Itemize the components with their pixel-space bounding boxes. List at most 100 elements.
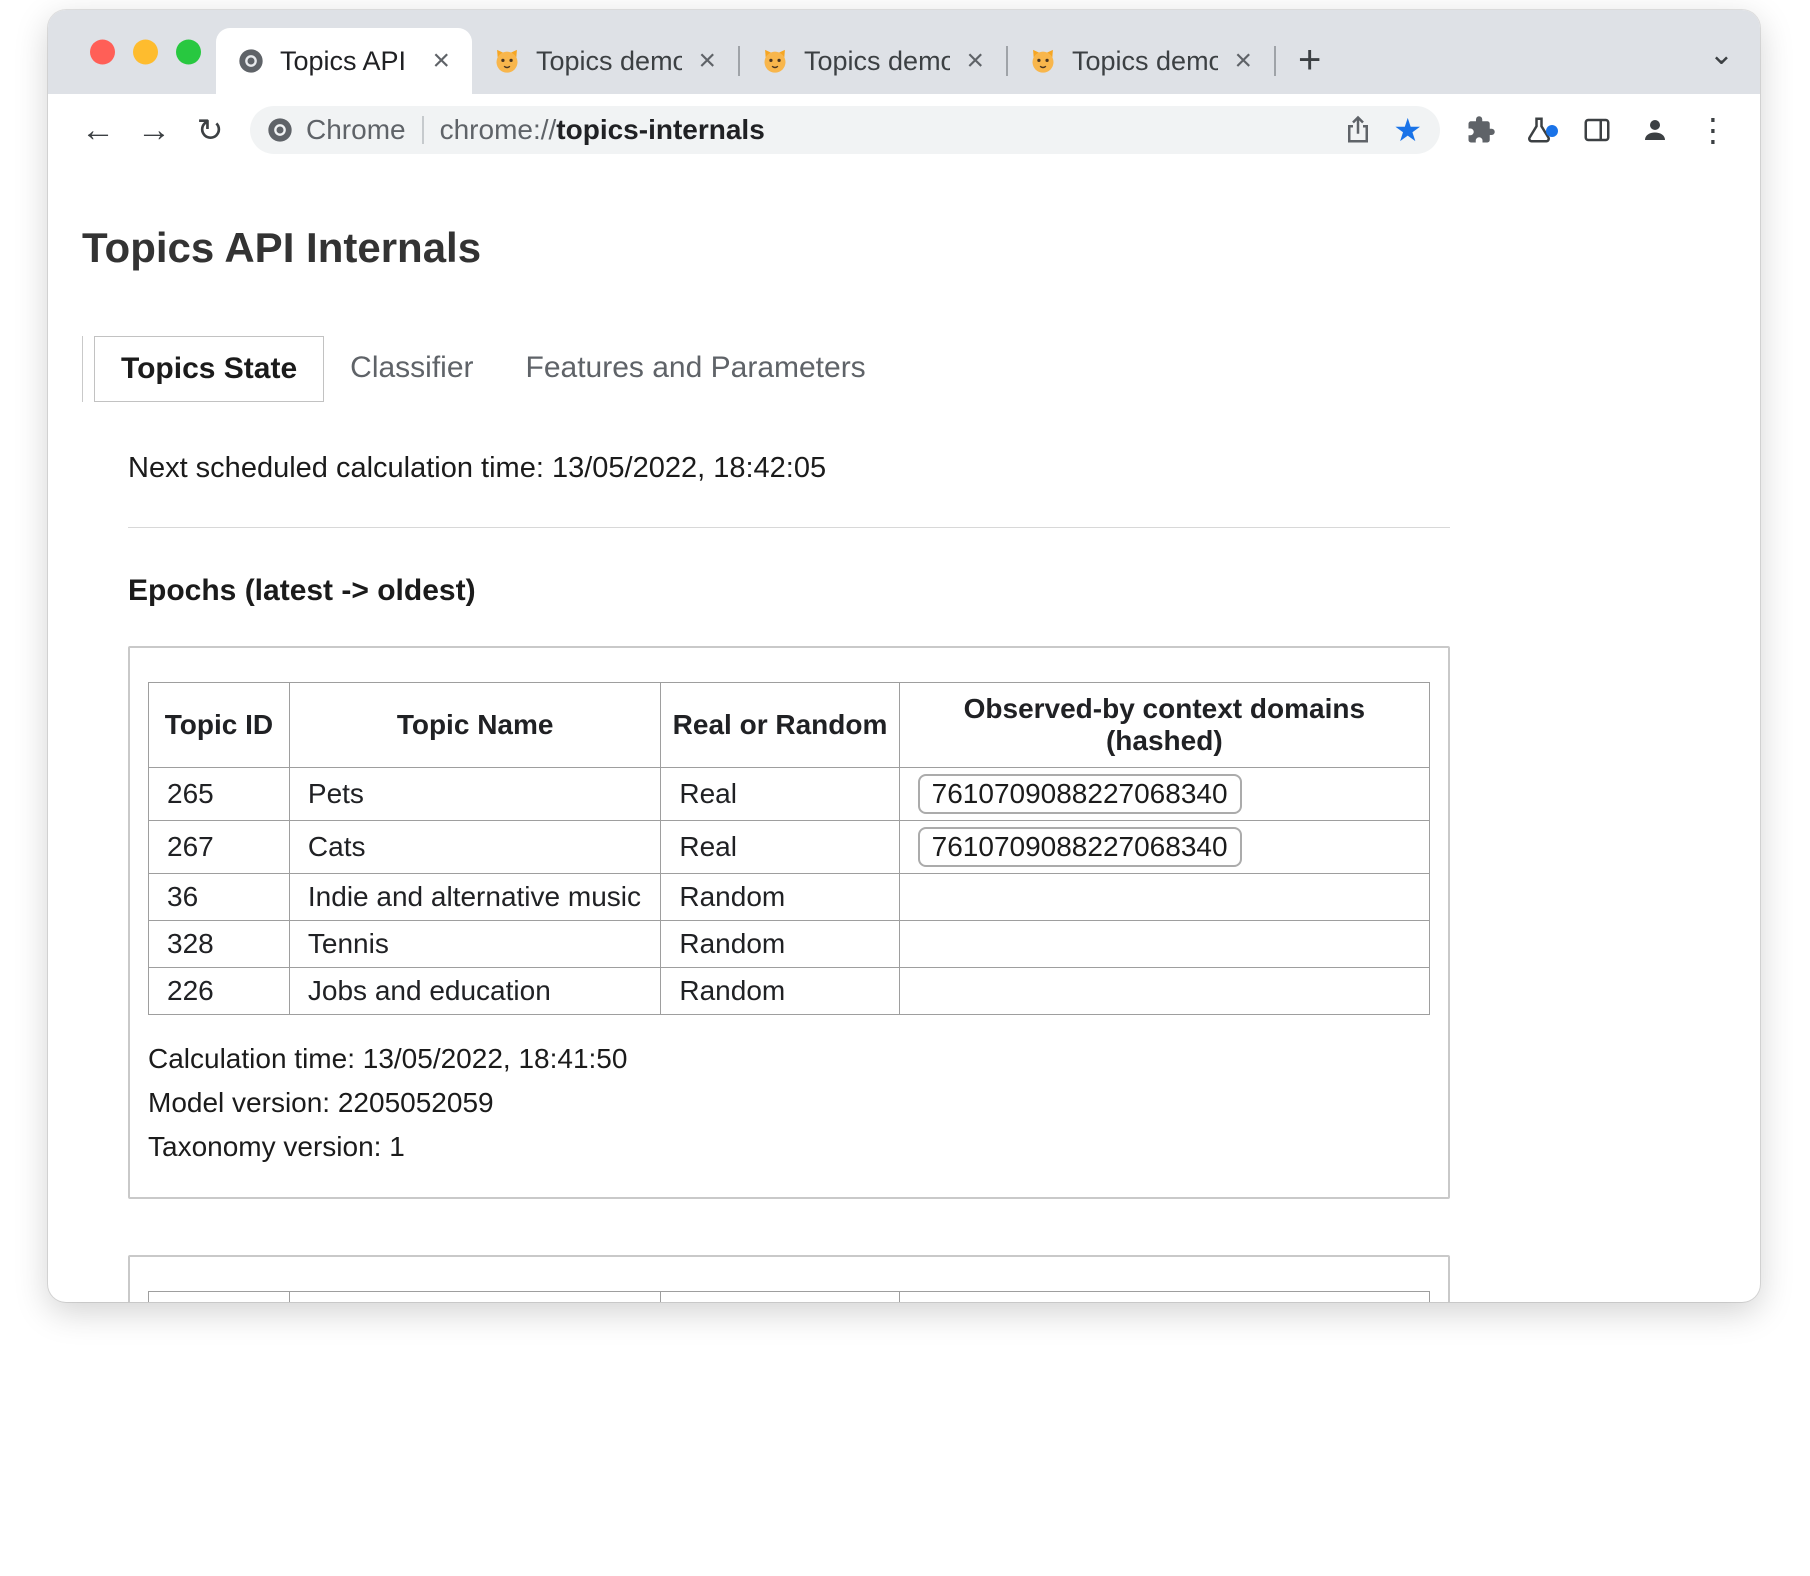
topic-name: Indie and alternative music bbox=[289, 874, 660, 921]
calculation-time: Calculation time: 13/05/2022, 18:41:50 bbox=[148, 1037, 1430, 1081]
tab-search-chevron-icon[interactable]: ⌄ bbox=[1709, 37, 1734, 72]
cat-icon bbox=[760, 46, 790, 76]
topic-name: Cats bbox=[289, 821, 660, 874]
col-observed-domains: Observed-by context domains (hashed) bbox=[899, 683, 1429, 768]
table-row: 226 Jobs and education Random bbox=[149, 968, 1430, 1015]
share-icon[interactable] bbox=[1343, 115, 1373, 145]
table-row: 328 Tennis Random bbox=[149, 921, 1430, 968]
tab-classifier[interactable]: Classifier bbox=[324, 336, 499, 402]
table-row: 265 Pets Real 7610709088227068340 bbox=[149, 768, 1430, 821]
window-controls bbox=[90, 40, 201, 65]
url-text: chrome://topics-internals bbox=[440, 114, 765, 146]
tab-title: Topics demo bbox=[536, 46, 682, 77]
new-tab-button[interactable]: + bbox=[1298, 40, 1321, 80]
epoch-2-table: Topic ID Topic Name Real or Random Obser… bbox=[148, 1291, 1430, 1302]
epoch-1-table: Topic ID Topic Name Real or Random Obser… bbox=[148, 682, 1430, 1015]
model-version: Model version: 2205052059 bbox=[148, 1081, 1430, 1125]
topic-id: 328 bbox=[149, 921, 290, 968]
observed-domains: 7610709088227068340 bbox=[899, 821, 1429, 874]
topic-name: Jobs and education bbox=[289, 968, 660, 1015]
epoch-card-1: Topic ID Topic Name Real or Random Obser… bbox=[128, 646, 1450, 1199]
tab-topics-state[interactable]: Topics State bbox=[94, 336, 324, 402]
close-tab-icon[interactable]: × bbox=[1228, 44, 1258, 78]
topics-state-panel: Next scheduled calculation time: 13/05/2… bbox=[82, 402, 1450, 1302]
col-topic-name: Topic Name bbox=[289, 683, 660, 768]
topic-id: 226 bbox=[149, 968, 290, 1015]
epochs-heading: Epochs (latest -> oldest) bbox=[128, 574, 1450, 608]
close-tab-icon[interactable]: × bbox=[960, 44, 990, 78]
observed-domains: 7610709088227068340 bbox=[899, 768, 1429, 821]
table-header-row: Topic ID Topic Name Real or Random Obser… bbox=[149, 1292, 1430, 1303]
hashed-domain-chip: 7610709088227068340 bbox=[918, 774, 1242, 814]
col-topic-name: Topic Name bbox=[289, 1292, 660, 1303]
epoch-card-2: Topic ID Topic Name Real or Random Obser… bbox=[128, 1255, 1450, 1302]
browser-toolbar: ← → ↻ Chrome chrome://topics-internals ★ bbox=[48, 94, 1760, 166]
fullscreen-window-button[interactable] bbox=[176, 40, 201, 65]
internals-tab-bar: Topics State Classifier Features and Par… bbox=[82, 336, 1760, 402]
topic-id: 267 bbox=[149, 821, 290, 874]
labs-flask-icon[interactable] bbox=[1512, 115, 1566, 145]
tab-separator bbox=[1274, 46, 1276, 76]
table-header-row: Topic ID Topic Name Real or Random Obser… bbox=[149, 683, 1430, 768]
taxonomy-version: Taxonomy version: 1 bbox=[148, 1125, 1430, 1169]
tab-title: Topics demo bbox=[1072, 46, 1218, 77]
extensions-puzzle-icon[interactable] bbox=[1454, 115, 1508, 145]
tab-title: Topics API Intern bbox=[280, 46, 416, 77]
observed-domains bbox=[899, 921, 1429, 968]
bookmark-star-icon[interactable]: ★ bbox=[1393, 114, 1422, 146]
minimize-window-button[interactable] bbox=[133, 40, 158, 65]
real-or-random: Random bbox=[661, 968, 899, 1015]
browser-tab-topics-internals[interactable]: Topics API Intern × bbox=[216, 28, 472, 94]
url-scheme: chrome:// bbox=[440, 114, 557, 145]
topic-id: 265 bbox=[149, 768, 290, 821]
real-or-random: Random bbox=[661, 921, 899, 968]
col-observed-domains: Observed-by context domains (hashed) bbox=[899, 1292, 1429, 1303]
forward-icon[interactable]: → bbox=[128, 113, 180, 147]
hashed-domain-chip: 7610709088227068340 bbox=[918, 827, 1242, 867]
topic-id: 36 bbox=[149, 874, 290, 921]
browser-window: Topics API Intern × Topics demo × Topics… bbox=[48, 10, 1760, 1302]
col-real-or-random: Real or Random bbox=[661, 683, 899, 768]
chrome-logo-icon bbox=[266, 116, 294, 144]
page-content: Topics API Internals Topics State Classi… bbox=[48, 166, 1760, 1302]
browser-tab-topics-demo-3[interactable]: Topics demo × bbox=[1008, 28, 1274, 94]
topic-name: Tennis bbox=[289, 921, 660, 968]
tab-features-and-parameters[interactable]: Features and Parameters bbox=[500, 336, 892, 402]
labs-badge-dot bbox=[1546, 125, 1558, 137]
browser-tab-topics-demo-1[interactable]: Topics demo × bbox=[472, 28, 738, 94]
search-engine-chip: Chrome bbox=[306, 114, 406, 146]
real-or-random: Real bbox=[661, 821, 899, 874]
url-host: topics-internals bbox=[556, 114, 764, 145]
browser-tab-topics-demo-2[interactable]: Topics demo × bbox=[740, 28, 1006, 94]
table-row: 36 Indie and alternative music Random bbox=[149, 874, 1430, 921]
divider bbox=[128, 527, 1450, 528]
profile-icon[interactable] bbox=[1628, 115, 1682, 145]
omnibox-divider bbox=[422, 116, 424, 144]
col-topic-id: Topic ID bbox=[149, 683, 290, 768]
epoch-metadata: Calculation time: 13/05/2022, 18:41:50 M… bbox=[148, 1037, 1430, 1169]
next-calculation-time: Next scheduled calculation time: 13/05/2… bbox=[128, 452, 1450, 485]
real-or-random: Real bbox=[661, 768, 899, 821]
back-icon[interactable]: ← bbox=[72, 113, 124, 147]
cat-icon bbox=[492, 46, 522, 76]
tab-title: Topics demo bbox=[804, 46, 950, 77]
close-tab-icon[interactable]: × bbox=[692, 44, 722, 78]
observed-domains bbox=[899, 968, 1429, 1015]
col-real-or-random: Real or Random bbox=[661, 1292, 899, 1303]
browser-tab-strip: Topics API Intern × Topics demo × Topics… bbox=[48, 10, 1760, 94]
chrome-logo-icon bbox=[236, 46, 266, 76]
cat-icon bbox=[1028, 46, 1058, 76]
topic-name: Pets bbox=[289, 768, 660, 821]
close-window-button[interactable] bbox=[90, 40, 115, 65]
side-panel-icon[interactable] bbox=[1570, 115, 1624, 145]
more-menu-icon[interactable]: ⋮ bbox=[1686, 111, 1740, 149]
address-bar[interactable]: Chrome chrome://topics-internals ★ bbox=[250, 106, 1440, 154]
reload-icon[interactable]: ↻ bbox=[184, 114, 236, 146]
close-tab-icon[interactable]: × bbox=[426, 44, 456, 78]
col-topic-id: Topic ID bbox=[149, 1292, 290, 1303]
real-or-random: Random bbox=[661, 874, 899, 921]
observed-domains bbox=[899, 874, 1429, 921]
page-title: Topics API Internals bbox=[82, 224, 1760, 272]
browser-tabs: Topics API Intern × Topics demo × Topics… bbox=[216, 10, 1276, 94]
table-row: 267 Cats Real 7610709088227068340 bbox=[149, 821, 1430, 874]
